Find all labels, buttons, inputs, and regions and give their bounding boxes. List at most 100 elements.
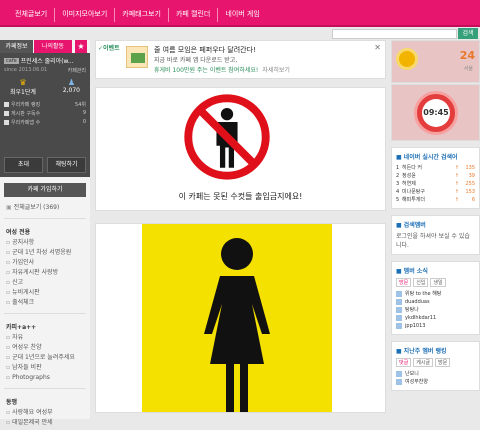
event-title: 줄 여름 모임은 페퍼우다 달려간다!: [154, 46, 256, 54]
post-image-card: 이 카페는 못된 수컷들 출입금지에요!: [95, 87, 386, 211]
ranking-item[interactable]: 난보니: [396, 370, 475, 378]
right-sidebar: 24 서울 09:45 ■ 네이버 실시간 검색어 1 히든다 커 ↑ 135 2 정성윤…: [391, 40, 480, 419]
avatar: [396, 323, 402, 329]
menu-item[interactable]: ▫ 사랑해요 여성부: [6, 408, 84, 418]
tab-cafe-info[interactable]: 카페정보: [0, 40, 33, 53]
all-posts-link[interactable]: ▣ 전체글보기 (369): [6, 203, 84, 213]
search-button[interactable]: 검색: [458, 28, 478, 39]
post-caption: 이 카페는 못된 수컷들 출입금지에요!: [178, 192, 303, 201]
rank-tab-visits[interactable]: 방문: [435, 358, 451, 367]
login-required-text: 로그인을 하셔야 보실 수 있습니다.: [396, 233, 470, 249]
clock-widget: 09:45: [391, 84, 480, 141]
woman-sign: [142, 224, 332, 412]
menu-section-alliance: 동맹 ▫ 사랑해요 여성부 ▫ 대일본제국 만세: [0, 392, 90, 430]
menu-item[interactable]: ▫ 군대 1년 차성 서명응원: [6, 248, 84, 258]
board-icon: [4, 111, 9, 116]
member-ranking-panel: ■ 지난주 멤버 랭킹 댓글 게시글 방문 난보니 여성부찬양: [391, 341, 480, 391]
menu-item[interactable]: ▫ Photographs: [6, 373, 84, 383]
member-tab-birthday[interactable]: 생일: [430, 278, 446, 287]
event-banner[interactable]: ✓이벤트 줄 여름 모임은 페퍼우다 달려간다! 지금 바로 카페 앱 다운로드…: [95, 40, 386, 79]
menu-item[interactable]: ▫ 뉴비게시판: [6, 288, 84, 298]
avatar: [396, 371, 402, 377]
temperature-location: 서울: [463, 66, 473, 72]
clock-time: 09:45: [422, 99, 450, 127]
menu-item[interactable]: ▫ 가입인사: [6, 258, 84, 268]
menu-item[interactable]: ▫ 군대 1년으로 늘려주세요: [6, 353, 84, 363]
menu-section-women: 여성 전용 ▫ 공지사항 ▫ 군대 1년 차성 서명응원 ▫ 가입인사 ▫ 자유게시판 …: [0, 222, 90, 310]
weather-widget: 24 서울: [391, 40, 480, 83]
cafe-badge: cafe: [4, 57, 19, 64]
post-image-card-2: [95, 223, 386, 413]
event-label: ✓이벤트: [98, 45, 120, 52]
clock-icon: 09:45: [414, 91, 458, 135]
temperature: 24: [459, 49, 475, 62]
rank-row[interactable]: 4 미나문탕구 ↑ 153: [396, 188, 475, 196]
cafe-name: 프린세스 줄리아(w...: [20, 58, 74, 65]
invite-button[interactable]: 초대: [4, 157, 43, 173]
event-prize: 휴게비 100만원 주는 이벤트 참여하세요!: [154, 67, 259, 74]
event-more-link[interactable]: 자세히보기: [262, 67, 290, 74]
member-item[interactable]: duadduas: [396, 298, 475, 306]
tab-my-activity[interactable]: 나의활동: [34, 40, 72, 53]
menu-item[interactable]: ▫ 신고: [6, 278, 84, 288]
menu-item[interactable]: ▫ 출석체크: [6, 298, 84, 308]
main-content: ✓이벤트 줄 여름 모임은 페퍼우다 달려간다! 지금 바로 카페 앱 다운로드…: [95, 40, 386, 419]
avatar: [396, 315, 402, 321]
member-item[interactable]: 탕탕나: [396, 306, 475, 314]
rank-row[interactable]: 5 해피투게더 ↑ 6: [396, 196, 475, 204]
rank-tab-posts[interactable]: 게시글: [413, 358, 434, 367]
nav-image-gallery[interactable]: 이미지모아보기: [54, 8, 114, 22]
ranking-icon: [4, 102, 9, 107]
search-member-panel: ■ 검색멤버 로그인을 하셔야 보실 수 있습니다.: [391, 215, 480, 255]
menu-item[interactable]: ▫ 남자들 비판: [6, 363, 84, 373]
favorite-star-icon[interactable]: ★: [75, 40, 87, 53]
since-date: since 2013.06.01: [4, 67, 48, 73]
search-input[interactable]: [332, 29, 457, 39]
avatar: [396, 299, 402, 305]
member-item[interactable]: 위탕 to the 해탕: [396, 290, 475, 298]
rank-row[interactable]: 1 히든다 커 ↑ 135: [396, 164, 475, 172]
event-desc: 지금 바로 카페 앱 다운로드 받고,: [154, 57, 238, 64]
gift-icon: [126, 46, 148, 68]
top-nav: 전체글보기 이미지모아보기 카페태그보기 카페 캘린더 네이버 게임: [8, 8, 267, 22]
sun-icon: [399, 51, 415, 67]
rank-row[interactable]: 3 허연제 ↑ 255: [396, 180, 475, 188]
cafe-stats: 우리카페 랭킹 54위 게시판 구독수 9 우리카페앱 수0: [4, 100, 86, 127]
avatar: [396, 379, 402, 385]
menu-item[interactable]: ▫ 여성우 찬양: [6, 343, 84, 353]
menu-section-cafe: 카피+a++ ▫ 자유 ▫ 여성우 찬양 ▫ 군대 1년으로 늘려주세요 ▫ 남자들 비…: [0, 317, 90, 385]
rank-tab-comments[interactable]: 댓글: [396, 358, 412, 367]
nav-all-posts[interactable]: 전체글보기: [8, 8, 54, 22]
member-item[interactable]: ykdlhkdar11: [396, 314, 475, 322]
member-news-panel: ■ 멤버 소식 방문 신입 생일 위탕 to the 해탕 duadduas 탕탕…: [391, 261, 480, 335]
crown-icon: ♛: [19, 78, 27, 87]
cafe-profile: cafe 프린세스 줄리아(w... since 2013.06.01 카페관리…: [0, 53, 90, 177]
menu-item[interactable]: ▫ 공지사항: [6, 238, 84, 248]
member-tab-new[interactable]: 신입: [413, 278, 429, 287]
member-item[interactable]: jpp1013: [396, 322, 475, 330]
menu-item[interactable]: ▫ 자유게시판 사랑방: [6, 268, 84, 278]
no-entry-sign-icon: [184, 94, 270, 180]
ranking-item[interactable]: 여성부찬양: [396, 378, 475, 386]
rank-row[interactable]: 2 정성윤 ↑ 39: [396, 172, 475, 180]
avatar: [396, 291, 402, 297]
level-stat: ♛ 최우1단계: [10, 78, 36, 96]
realtime-search-panel: ■ 네이버 실시간 검색어 1 히든다 커 ↑ 135 2 정성윤 ↑ 39 3 허연제 ↑ 255…: [391, 147, 480, 209]
members-stat[interactable]: ♟ 2,070: [63, 78, 80, 96]
nav-calendar[interactable]: 카페 캘린더: [167, 8, 217, 22]
cafe-manage-link[interactable]: 카페관리: [68, 67, 86, 74]
close-icon[interactable]: ✕: [374, 43, 381, 52]
avatar: [396, 307, 402, 313]
join-cafe-button[interactable]: 카페 가입하기: [4, 183, 86, 197]
nav-cafe-tags[interactable]: 카페태그보기: [114, 8, 168, 22]
top-navigation-bar: 전체글보기 이미지모아보기 카페태그보기 카페 캘린더 네이버 게임: [0, 0, 480, 27]
app-icon: [4, 120, 9, 125]
nav-naver-game[interactable]: 네이버 게임: [217, 8, 266, 22]
chat-button[interactable]: 채팅하기: [47, 157, 86, 173]
woman-symbol-icon: [204, 238, 270, 412]
member-tab-visit[interactable]: 방문: [396, 278, 412, 287]
menu-item[interactable]: ▫ 대일본제국 만세: [6, 418, 84, 428]
left-sidebar: 카페정보 나의활동 ★ cafe 프린세스 줄리아(w... since 201…: [0, 40, 90, 426]
menu-item[interactable]: ▫ 자유: [6, 333, 84, 343]
members-icon: ♟: [67, 78, 75, 87]
